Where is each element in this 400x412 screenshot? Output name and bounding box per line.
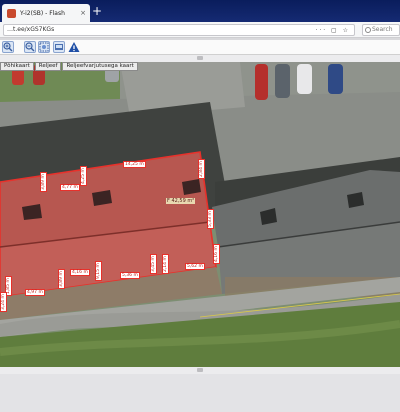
measurement-label: 4,97 m	[25, 289, 45, 296]
measurement-label: 2,84 m	[198, 159, 205, 179]
measurement-label: 5,62 m	[185, 263, 205, 270]
new-tab-button[interactable]: +	[92, 5, 102, 17]
search-placeholder: Search	[372, 26, 393, 33]
measurement-label: 3,89 m	[58, 269, 65, 289]
aerial-map[interactable]: 14,25 m 4,77 m 3,89 m 4,25 m 2,84 m 5,33 m 4,1…	[0, 62, 400, 367]
warning-icon[interactable]	[68, 41, 80, 53]
close-tab-icon[interactable]: ×	[80, 9, 86, 17]
area-label: F 42,59 m²	[166, 198, 196, 204]
search-box[interactable]: Search	[362, 24, 400, 36]
measurement-label: 4,77 m	[60, 184, 80, 191]
panel-splitter-bottom[interactable]	[0, 367, 400, 374]
navigation-bar: …t.ee/xGS7KGs ··· ▢ ☆ Search	[0, 22, 400, 38]
map-toolbar	[0, 40, 400, 55]
measurement-label: 2,14 m	[162, 254, 169, 274]
zoom-in-icon[interactable]	[2, 41, 14, 53]
zoom-out-icon[interactable]	[24, 41, 36, 53]
page-actions[interactable]: ··· ▢ ☆	[315, 26, 350, 36]
zoom-area-icon[interactable]	[38, 41, 50, 53]
splitter-grip-icon	[197, 56, 203, 60]
measurement-label: 14,25 m	[123, 161, 146, 168]
layer-tab-reljeef[interactable]: Reljeef	[34, 62, 62, 71]
measurement-label: 4,16 m	[213, 244, 220, 264]
tab-title: Y-i2(SB) - Flash	[20, 9, 65, 17]
browser-tab-bar: Y-i2(SB) - Flash × +	[0, 0, 400, 22]
pan-icon[interactable]	[53, 41, 65, 53]
browser-tab[interactable]: Y-i2(SB) - Flash ×	[2, 4, 90, 22]
measurement-label: 5,33 m	[207, 209, 214, 229]
layer-tab-pohikaart[interactable]: Põhikaart	[0, 62, 34, 71]
measurement-label: 3,89 m	[40, 172, 47, 192]
splitter-grip-icon	[197, 368, 203, 372]
flash-icon	[7, 8, 16, 18]
measurement-label: 3,24 m	[0, 292, 7, 312]
measurement-label: 9,15 m	[95, 261, 102, 281]
bottom-panel	[0, 374, 400, 412]
measurement-label: 5,36 m	[120, 272, 140, 279]
map-layer-tabs: Põhikaart Reljeef Reljeefvarjutusega kaa…	[0, 62, 139, 71]
layer-tab-reljeefvarjutus[interactable]: Reljeefvarjutusega kaart	[62, 62, 138, 71]
measurement-label: 4,16 m	[70, 269, 90, 276]
panel-splitter-top[interactable]	[0, 55, 400, 62]
measurement-label: 3,45 m	[150, 254, 157, 274]
search-icon	[365, 27, 371, 33]
aerial-map-image	[0, 62, 400, 367]
measurement-label: 4,25 m	[80, 166, 87, 186]
url-bar[interactable]: …t.ee/xGS7KGs ··· ▢ ☆	[3, 24, 355, 36]
url-text: …t.ee/xGS7KGs	[7, 26, 55, 33]
